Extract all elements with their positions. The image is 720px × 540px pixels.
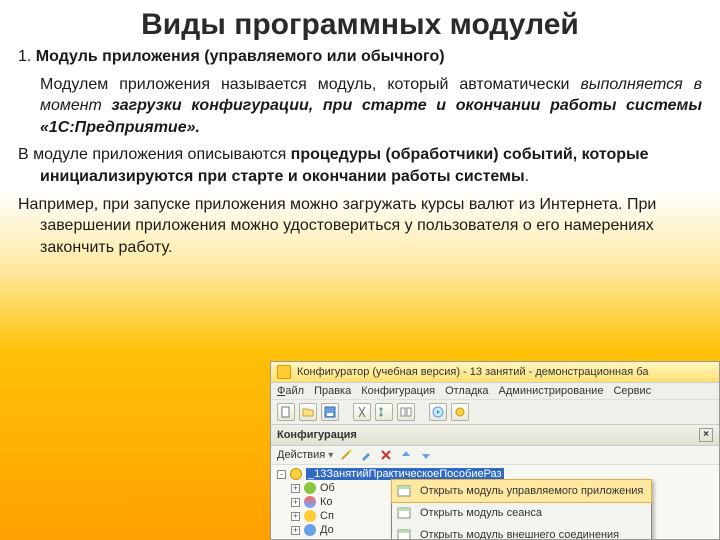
toolbar-cut-icon[interactable]	[353, 403, 371, 421]
p1-prefix: 1.	[18, 48, 36, 65]
action-wand-icon[interactable]	[339, 448, 353, 462]
actions-dropdown[interactable]: Действия ▾	[277, 449, 333, 461]
p2-c: загрузки конфигурации, при старте и окон…	[40, 97, 702, 136]
node-general-icon	[304, 482, 316, 494]
menubar: Файл Правка Конфигурация Отладка Админис…	[271, 383, 719, 400]
titlebar: Конфигуратор (учебная версия) - 13 занят…	[271, 362, 719, 383]
module-icon	[396, 527, 412, 539]
app-window: Конфигуратор (учебная версия) - 13 занят…	[270, 361, 720, 540]
actions-bar: Действия ▾	[271, 446, 719, 465]
tree-node-label: Сп	[320, 510, 334, 522]
app-icon	[277, 365, 291, 379]
node-ref-icon	[304, 510, 316, 522]
toolbar-compare-icon[interactable]	[397, 403, 415, 421]
toolbar-open-icon[interactable]	[299, 403, 317, 421]
toolbar-debug-icon[interactable]	[451, 403, 469, 421]
toolbar-new-icon[interactable]	[277, 403, 295, 421]
node-const-icon	[304, 496, 316, 508]
expand-icon[interactable]: -	[277, 470, 286, 479]
toolbar-run-icon[interactable]	[429, 403, 447, 421]
slide-title: Виды программных модулей	[0, 0, 720, 46]
tree-node-label: До	[320, 524, 334, 536]
ctx-item-label: Открыть модуль сеанса	[420, 507, 542, 519]
ctx-open-session-module[interactable]: Открыть модуль сеанса	[392, 502, 651, 524]
p2-a: Модулем приложения называется модуль, ко…	[40, 76, 580, 93]
panel-header: Конфигурация ×	[271, 425, 719, 446]
expand-icon[interactable]: +	[291, 498, 300, 507]
config-root-icon	[290, 468, 302, 480]
action-edit-icon[interactable]	[359, 448, 373, 462]
action-up-icon[interactable]	[399, 448, 413, 462]
menu-service[interactable]: Сервис	[613, 385, 651, 397]
panel-close-icon[interactable]: ×	[699, 428, 713, 442]
tree-node-label: Ко	[320, 496, 333, 508]
ctx-item-label: Открыть модуль управляемого приложения	[420, 485, 643, 497]
ctx-open-managed-app-module[interactable]: Открыть модуль управляемого приложения	[391, 479, 652, 503]
menu-file[interactable]: Файл	[277, 385, 304, 397]
config-panel: Конфигурация × Действия ▾ - _13ЗанятийПр…	[271, 425, 719, 539]
menu-config[interactable]: Конфигурация	[361, 385, 435, 397]
action-delete-icon[interactable]	[379, 448, 393, 462]
toolbar	[271, 400, 719, 425]
slide-content: 1. Модуль приложения (управляемого или о…	[0, 46, 720, 258]
p1-bold: Модуль приложения (управляемого или обыч…	[36, 48, 445, 65]
context-menu: Открыть модуль управляемого приложения О…	[391, 479, 652, 539]
module-icon	[396, 483, 412, 499]
p3-a: В модуле приложения описываются	[18, 146, 291, 163]
expand-icon[interactable]: +	[291, 526, 300, 535]
ctx-open-external-conn-module[interactable]: Открыть модуль внешнего соединения	[392, 524, 651, 539]
expand-icon[interactable]: +	[291, 512, 300, 521]
menu-edit[interactable]: Правка	[314, 385, 351, 397]
config-tree: - _13ЗанятийПрактическоеПособиеРаз + Об …	[271, 465, 719, 539]
paragraph-2: Модулем приложения называется модуль, ко…	[18, 74, 702, 139]
action-down-icon[interactable]	[419, 448, 433, 462]
paragraph-1: 1. Модуль приложения (управляемого или о…	[18, 46, 702, 68]
expand-icon[interactable]: +	[291, 484, 300, 493]
panel-title: Конфигурация	[277, 429, 357, 441]
menu-debug[interactable]: Отладка	[445, 385, 488, 397]
toolbar-tree-icon[interactable]	[375, 403, 393, 421]
p3-c: .	[525, 168, 529, 185]
window-title: Конфигуратор (учебная версия) - 13 занят…	[297, 366, 648, 378]
menu-admin[interactable]: Администрирование	[499, 385, 604, 397]
node-doc-icon	[304, 524, 316, 536]
toolbar-save-icon[interactable]	[321, 403, 339, 421]
paragraph-3: В модуле приложения описываются процедур…	[18, 144, 702, 187]
tree-node-label: Об	[320, 482, 335, 494]
ctx-item-label: Открыть модуль внешнего соединения	[420, 529, 619, 539]
module-icon	[396, 505, 412, 521]
paragraph-4: Например, при запуске приложения можно з…	[18, 194, 702, 259]
